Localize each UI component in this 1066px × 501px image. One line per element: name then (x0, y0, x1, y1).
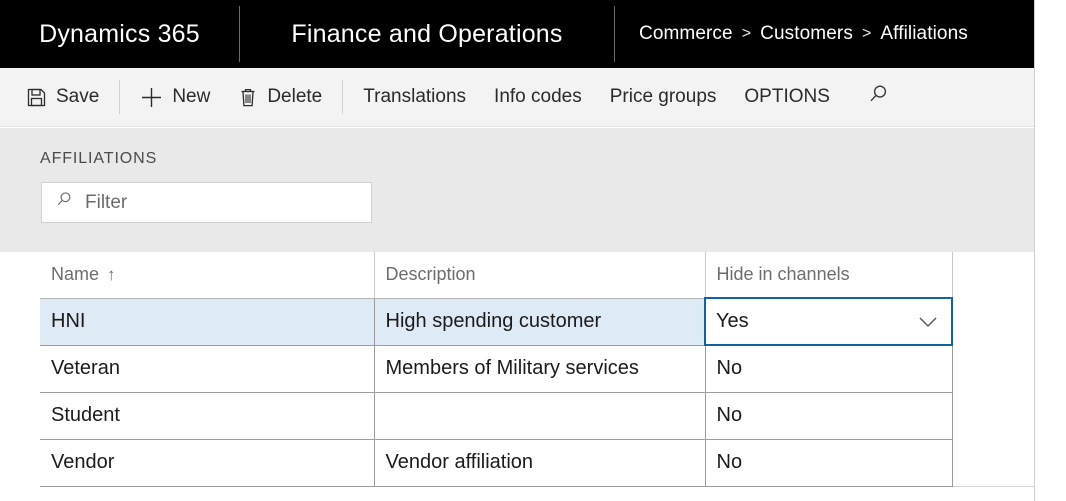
cell-description[interactable] (374, 392, 706, 440)
affiliations-panel: AFFILIATIONS Filter (0, 128, 1034, 252)
cell-name[interactable]: HNI (40, 298, 375, 346)
cell-name[interactable]: Student (40, 392, 375, 440)
grid-empty-right-area (952, 252, 1034, 486)
page-title: AFFILIATIONS (40, 150, 158, 167)
column-header-name[interactable]: Name ↑ (40, 252, 375, 299)
cell-hide-in-channels[interactable]: No (705, 439, 953, 487)
cell-description[interactable]: High spending customer (374, 298, 706, 346)
breadcrumb-separator-icon: > (861, 25, 872, 42)
app-header-bar: Dynamics 365 Finance and Operations Comm… (0, 0, 1034, 68)
search-icon (866, 83, 890, 112)
toolbar-separator-2 (342, 80, 344, 114)
right-rail (1034, 0, 1066, 501)
table-row[interactable]: Student No (40, 392, 953, 440)
delete-button[interactable]: Delete (224, 68, 336, 127)
column-header-description[interactable]: Description (374, 252, 706, 299)
cell-name[interactable]: Vendor (40, 439, 375, 487)
table-row[interactable]: Vendor Vendor affiliation No (40, 439, 953, 487)
brand-title[interactable]: Dynamics 365 (0, 0, 239, 68)
cell-hide-in-channels-value: Yes (716, 310, 749, 332)
column-header-name-label: Name (51, 264, 100, 285)
breadcrumb-item-commerce[interactable]: Commerce (639, 23, 733, 45)
translations-button[interactable]: Translations (349, 68, 480, 127)
cell-hide-in-channels[interactable]: No (705, 345, 953, 393)
delete-label: Delete (267, 86, 323, 107)
column-header-hide-in-channels[interactable]: Hide in channels (705, 252, 953, 299)
filter-placeholder: Filter (85, 191, 128, 213)
toolbar-separator-1 (119, 80, 121, 114)
table-row[interactable]: HNI High spending customer Yes (40, 297, 953, 346)
sort-ascending-icon: ↑ (107, 265, 116, 285)
cell-name[interactable]: Veteran (40, 345, 375, 393)
save-button[interactable]: Save (12, 68, 113, 127)
cell-description[interactable]: Members of Military services (374, 345, 706, 393)
chevron-down-icon[interactable] (917, 315, 939, 329)
table-row[interactable]: Veteran Members of Military services No (40, 345, 953, 393)
toolbar-search-button[interactable] (852, 68, 904, 127)
module-title[interactable]: Finance and Operations (240, 0, 614, 68)
plus-icon (140, 86, 163, 109)
floppy-disk-icon (26, 87, 47, 108)
cell-hide-in-channels[interactable]: No (705, 392, 953, 440)
table-header-row: Name ↑ Description Hide in channels (40, 252, 953, 299)
save-label: Save (56, 86, 100, 107)
price-groups-button[interactable]: Price groups (596, 68, 731, 127)
breadcrumb-item-affiliations[interactable]: Affiliations (880, 23, 967, 45)
cell-description[interactable]: Vendor affiliation (374, 439, 706, 487)
search-icon (54, 190, 74, 215)
options-button[interactable]: OPTIONS (730, 68, 844, 127)
trash-icon (238, 87, 258, 108)
filter-input[interactable]: Filter (41, 182, 372, 223)
dynamics-365-page: Dynamics 365 Finance and Operations Comm… (0, 0, 1066, 501)
breadcrumb-separator-icon: > (741, 25, 752, 42)
command-toolbar: Save New Delete Translations Info codes … (0, 68, 1034, 127)
new-label: New (172, 86, 211, 107)
affiliations-grid-area: Name ↑ Description Hide in channels HNI H… (0, 252, 1034, 501)
affiliations-table: Name ↑ Description Hide in channels HNI H… (40, 252, 953, 487)
new-button[interactable]: New (126, 68, 224, 127)
cell-hide-in-channels-dropdown[interactable]: Yes (704, 297, 953, 346)
breadcrumb-item-customers[interactable]: Customers (760, 23, 853, 45)
info-codes-button[interactable]: Info codes (480, 68, 596, 127)
breadcrumb: Commerce > Customers > Affiliations (615, 23, 1034, 45)
